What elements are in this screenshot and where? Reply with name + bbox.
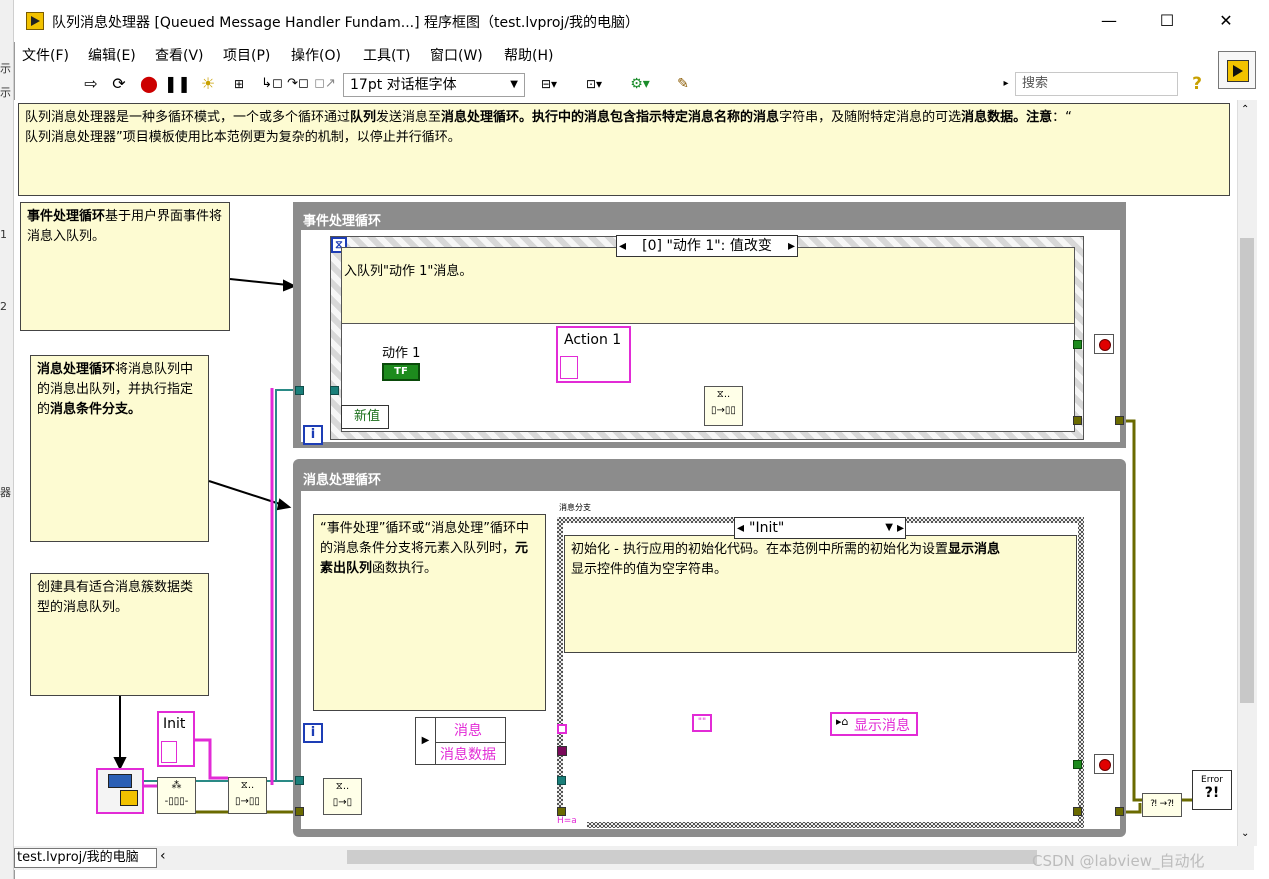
case-structure-label: 消息分支 xyxy=(559,503,591,512)
scroll-left-icon[interactable]: ‹ xyxy=(160,848,166,864)
event-selector[interactable]: ◂ [0] "动作 1": 值改变 ▸ xyxy=(616,235,798,257)
action1-string-constant[interactable]: Action 1 xyxy=(556,326,631,383)
case-tag-icon: H=a xyxy=(557,816,587,828)
data-case-tunnel xyxy=(557,746,567,756)
loop-error-tunnel xyxy=(1115,807,1124,816)
unbundle-divider xyxy=(436,742,506,743)
init-string-constant[interactable]: Init xyxy=(157,711,195,767)
event-comment: 入队列"动作 1"消息。 xyxy=(342,248,1074,324)
chevron-down-icon[interactable]: ▼ xyxy=(885,518,893,538)
watermark: CSDN @labview_自动化 xyxy=(1032,852,1205,870)
event-loop-iteration-icon: i xyxy=(303,425,323,445)
display-message-indicator[interactable]: ▸⌂ 显示消息 xyxy=(830,712,918,736)
dequeue-element-node[interactable]: ⧖.. ▯→▯ xyxy=(323,778,362,815)
error-tunnel xyxy=(1073,416,1082,425)
home-icon: ▸⌂ xyxy=(836,715,849,728)
case-error-in xyxy=(557,807,566,816)
loop-error-in xyxy=(295,807,304,816)
prev-case-icon[interactable]: ◂ xyxy=(737,518,744,538)
release-queue-node[interactable]: ⁈ →⁈ xyxy=(1142,793,1182,817)
enqueue-init-node[interactable]: ⧖.. ▯→▯▯ xyxy=(228,777,267,814)
new-value-terminal[interactable]: 新值 xyxy=(341,405,389,429)
message-loop-title: 消息处理循环 xyxy=(303,473,382,488)
queue-tunnel-inner xyxy=(330,386,339,395)
error-question-icon: ?! xyxy=(1204,785,1220,801)
case-error-tunnel xyxy=(1073,807,1082,816)
action1-label: 动作 1 xyxy=(382,346,421,361)
unbundle-by-name[interactable]: ▶ 消息 消息数据 xyxy=(415,717,506,765)
empty-string-constant[interactable]: "" xyxy=(692,714,712,732)
message-cluster-typedef[interactable] xyxy=(96,768,144,814)
scroll-down-icon[interactable]: ⌄ xyxy=(1241,828,1249,839)
queue-case-tunnel xyxy=(557,776,566,785)
labview-icon xyxy=(120,790,138,806)
horizontal-scroll-thumb[interactable] xyxy=(347,850,1037,864)
message-loop-stop-icon[interactable] xyxy=(1094,754,1114,774)
enqueue-comment: “事件处理”循环或“消息处理”循环中的消息条件分支将元素入队列时，元素出队列函数… xyxy=(313,514,546,711)
next-event-icon[interactable]: ▸ xyxy=(788,236,795,256)
constant-index xyxy=(560,356,578,379)
msg-stop-tunnel xyxy=(1073,760,1082,769)
action1-boolean-terminal[interactable]: TF xyxy=(382,363,420,381)
event-loop-stop-icon[interactable] xyxy=(1094,334,1114,354)
scroll-up-icon[interactable]: ⌃ xyxy=(1241,104,1249,115)
arrow-head-2 xyxy=(276,498,292,511)
message-queue-tunnel xyxy=(295,776,304,785)
message-loop-iteration-icon: i xyxy=(303,723,323,743)
arrow-head-3 xyxy=(113,757,127,771)
error-tunnel-out xyxy=(1115,416,1124,425)
message-case-tunnel xyxy=(557,724,567,734)
obtain-queue-node[interactable]: ⁂ -▯▯▯- xyxy=(157,777,196,814)
unbundle-message-data: 消息数据 xyxy=(440,747,496,763)
stop-tunnel xyxy=(1073,340,1082,349)
project-path[interactable]: test.lvproj/我的电脑 xyxy=(14,848,157,868)
enqueue-message-node[interactable]: ⧖.. ▯→▯▯ xyxy=(704,386,743,426)
next-case-icon[interactable]: ▸ xyxy=(897,518,904,538)
case-selector[interactable]: ◂ "Init" ▼ ▸ xyxy=(734,517,906,539)
init-index xyxy=(161,741,177,763)
arrow-event-comment xyxy=(229,278,289,286)
queue-tunnel xyxy=(295,386,304,395)
unbundle-message: 消息 xyxy=(454,723,482,739)
cluster-icon xyxy=(108,774,132,788)
unbundle-arrow-icon: ▶ xyxy=(416,718,436,764)
event-loop-title: 事件处理循环 xyxy=(303,214,382,229)
vertical-scroll-thumb[interactable] xyxy=(1240,238,1254,703)
init-comment: 初始化 - 执行应用的初始化代码。在本范例中所需的初始化为设置显示消息 显示控件的… xyxy=(564,535,1077,653)
error-handler-node[interactable]: Error ?! xyxy=(1192,770,1232,810)
prev-event-icon[interactable]: ◂ xyxy=(619,236,626,256)
